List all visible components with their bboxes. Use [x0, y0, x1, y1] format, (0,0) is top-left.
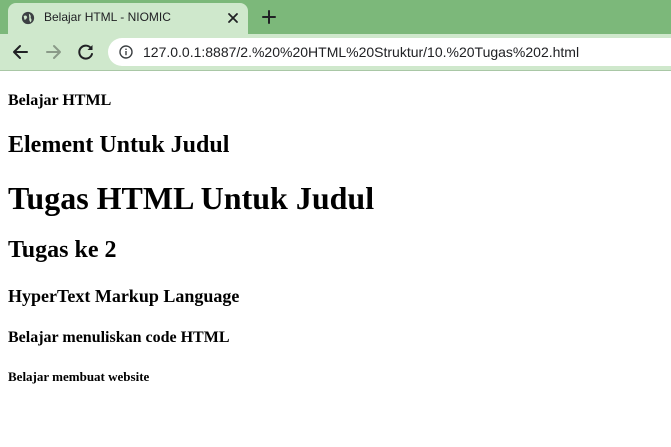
heading-h1: Tugas HTML Untuk Judul [8, 180, 375, 216]
address-bar[interactable]: 127.0.0.1:8887/2.%20%20HTML%20Struktur/1… [108, 38, 671, 66]
browser-toolbar: 127.0.0.1:8887/2.%20%20HTML%20Struktur/1… [0, 34, 671, 71]
heading-h4-second: Belajar menuliskan code HTML [8, 329, 230, 346]
tab-strip: Belajar HTML - NIOMIC [0, 0, 671, 34]
browser-tab[interactable]: Belajar HTML - NIOMIC [8, 3, 248, 34]
close-icon[interactable] [227, 12, 239, 24]
forward-arrow-icon[interactable] [43, 42, 63, 62]
tab-title: Belajar HTML - NIOMIC [44, 10, 171, 24]
back-arrow-icon[interactable] [11, 42, 31, 62]
new-tab-plus-icon[interactable] [260, 8, 278, 26]
heading-h2-second: Tugas ke 2 [8, 237, 117, 263]
url-text[interactable]: 127.0.0.1:8887/2.%20%20HTML%20Struktur/1… [143, 44, 579, 60]
heading-h2: Element Untuk Judul [8, 132, 230, 158]
heading-h4: Belajar HTML [8, 92, 112, 109]
reload-icon[interactable] [76, 42, 96, 62]
heading-h5: Belajar membuat website [8, 369, 150, 384]
info-icon[interactable] [119, 45, 133, 59]
heading-h3: HyperText Markup Language [8, 286, 240, 306]
globe-icon [21, 11, 35, 25]
